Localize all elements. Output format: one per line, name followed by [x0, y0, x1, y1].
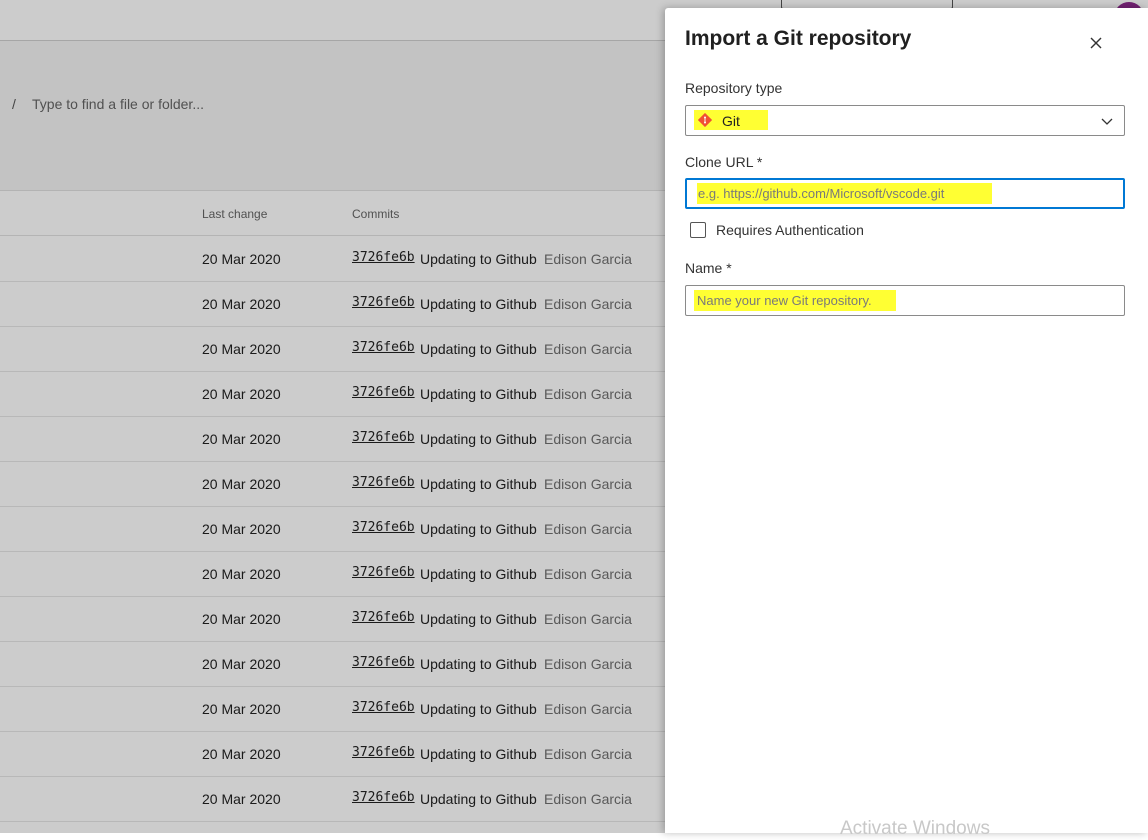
import-repository-dialog: Import a Git repository Repository type …	[665, 8, 1148, 839]
repository-type-value: Git	[722, 113, 740, 129]
repository-type-label: Repository type	[685, 80, 783, 96]
name-label: Name *	[685, 260, 732, 276]
repository-type-select[interactable]: Git	[685, 105, 1125, 136]
activation-watermark: Activate Windows	[840, 818, 990, 839]
repository-name-placeholder: Name your new Git repository.	[697, 293, 872, 308]
close-icon	[1090, 37, 1102, 49]
close-button[interactable]	[1085, 32, 1107, 54]
clone-url-label: Clone URL *	[685, 154, 763, 170]
clone-url-placeholder: e.g. https://github.com/Microsoft/vscode…	[698, 186, 945, 201]
chevron-down-icon	[1101, 118, 1113, 125]
requires-authentication-label[interactable]: Requires Authentication	[716, 222, 864, 238]
clone-url-input[interactable]: e.g. https://github.com/Microsoft/vscode…	[685, 178, 1125, 209]
repository-name-input[interactable]: Name your new Git repository.	[685, 285, 1125, 316]
requires-authentication-checkbox[interactable]	[690, 222, 706, 238]
git-icon	[698, 113, 712, 127]
dialog-title: Import a Git repository	[685, 27, 912, 50]
